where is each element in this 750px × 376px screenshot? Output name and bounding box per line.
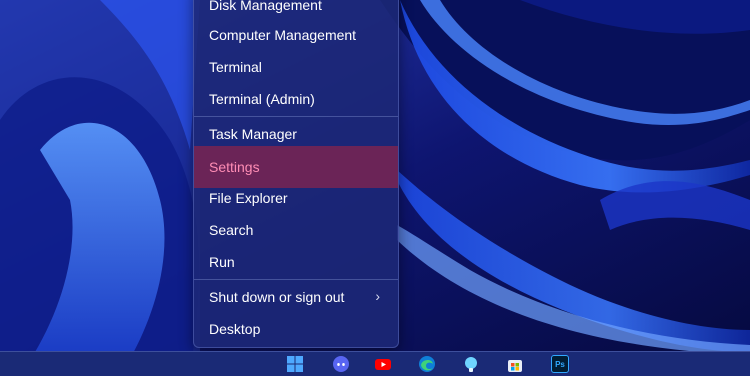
menu-item-label: Terminal (209, 59, 262, 75)
menu-item-label: File Explorer (209, 190, 288, 206)
microsoft-store-icon[interactable] (506, 355, 524, 373)
windows-start-icon[interactable] (286, 355, 304, 373)
menu-separator (194, 279, 398, 280)
menu-item-label: Settings (209, 159, 260, 175)
light-bulb-icon[interactable] (462, 355, 480, 373)
menu-item-label: Task Manager (209, 126, 297, 142)
menu-item-computer-management[interactable]: Computer Management (198, 19, 394, 51)
winx-context-menu: Disk Management Computer Management Term… (193, 0, 399, 348)
menu-item-label: Disk Management (209, 0, 322, 13)
menu-item-desktop[interactable]: Desktop (198, 313, 394, 345)
edge-icon[interactable] (418, 355, 436, 373)
menu-item-label: Terminal (Admin) (209, 91, 315, 107)
menu-item-run[interactable]: Run (198, 246, 394, 278)
discord-icon[interactable] (332, 355, 350, 373)
menu-item-terminal-admin[interactable]: Terminal (Admin) (198, 83, 394, 115)
menu-item-file-explorer[interactable]: File Explorer (198, 182, 394, 214)
menu-item-label: Computer Management (209, 27, 357, 43)
menu-item-label: Run (209, 254, 235, 270)
menu-item-label: Desktop (209, 321, 261, 337)
menu-item-terminal[interactable]: Terminal (198, 51, 394, 83)
youtube-icon[interactable] (374, 355, 392, 373)
menu-separator (194, 116, 398, 117)
menu-item-label: Shut down or sign out (209, 289, 345, 305)
menu-item-label: Search (209, 222, 254, 238)
menu-item-shut-down-or-sign-out[interactable]: Shut down or sign out › (198, 281, 394, 313)
chevron-right-icon: › (375, 288, 380, 304)
photoshop-icon-label: Ps (551, 355, 569, 373)
menu-item-search[interactable]: Search (198, 214, 394, 246)
menu-item-disk-management[interactable]: Disk Management (198, 0, 394, 21)
photoshop-icon[interactable]: Ps (551, 355, 569, 373)
